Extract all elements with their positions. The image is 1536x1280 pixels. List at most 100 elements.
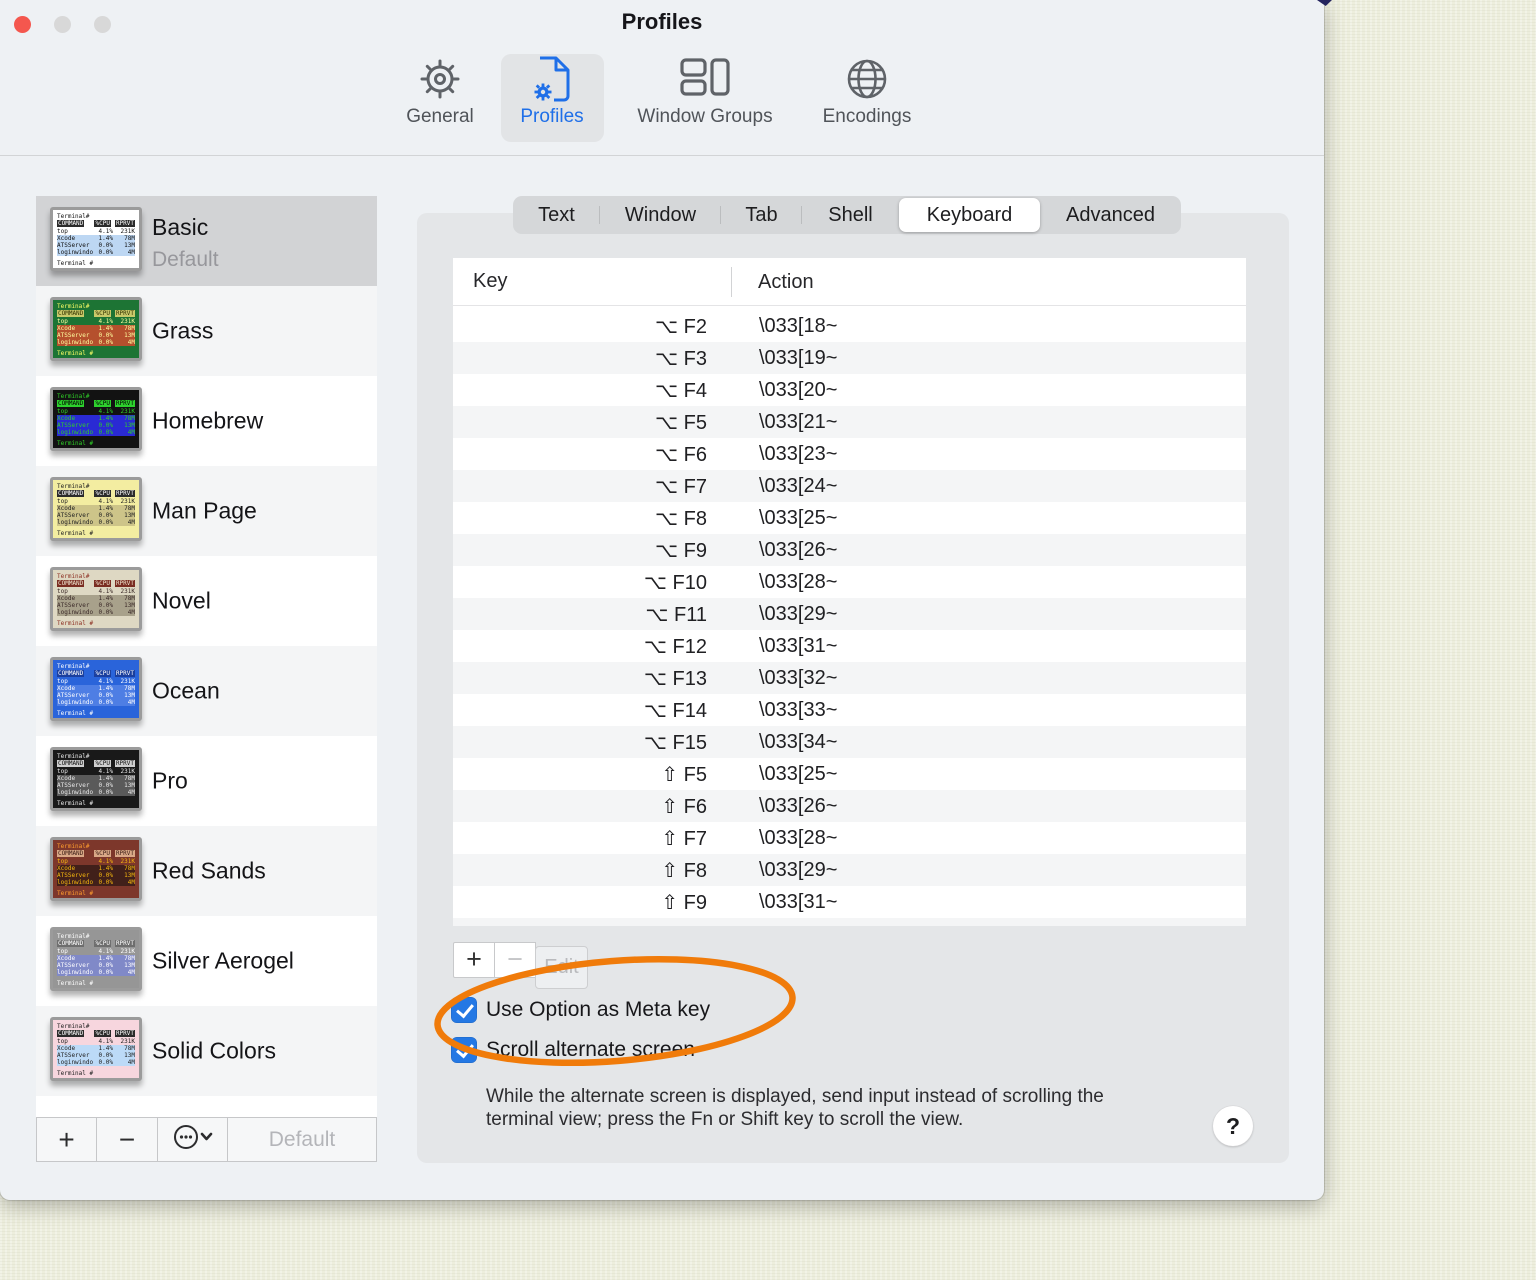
binding-row[interactable]: ⌥ F3 \033[19~ bbox=[453, 342, 1246, 374]
key-bindings-table-body: ⌥ F2 \033[18~ ⌥ F3 \033[19~ ⌥ F4 \033[20~ ⌥ F5… bbox=[453, 306, 1246, 918]
profile-row-grass[interactable]: Terminal# COMMAND %CPU RPRVT top 4.1% 231K Xcod… bbox=[36, 286, 377, 376]
option-meta-checkbox-row[interactable]: Use Option as Meta key bbox=[451, 997, 710, 1023]
globe-icon bbox=[792, 52, 942, 106]
toolbar-item-encodings[interactable]: Encodings bbox=[792, 52, 942, 142]
document-gear-icon bbox=[477, 52, 627, 106]
profile-row-silver-aerogel[interactable]: Terminal# COMMAND %CPU RPRVT top 4.1% 231K Xcod… bbox=[36, 916, 377, 1006]
binding-key: ⌥ F13 bbox=[643, 667, 707, 690]
profile-name: Novel bbox=[152, 587, 211, 614]
profile-row-novel[interactable]: Terminal# COMMAND %CPU RPRVT top 4.1% 231K Xcod… bbox=[36, 556, 377, 646]
profile-thumbnail: Terminal# COMMAND %CPU RPRVT top 4.1% 231K Xcod… bbox=[50, 567, 142, 631]
binding-action: \033[31~ bbox=[759, 634, 838, 657]
keyboard-tab-panel: Key Action ⌥ F2 \033[18~ ⌥ F3 \033[19~ ⌥ F4 \… bbox=[417, 213, 1289, 1163]
binding-key: ⌥ F5 bbox=[655, 411, 707, 434]
binding-key: ⇧ F8 bbox=[661, 859, 707, 882]
scroll-alternate-checkbox-row[interactable]: Scroll alternate screen bbox=[451, 1037, 695, 1063]
binding-action: \033[20~ bbox=[759, 378, 838, 401]
profile-list: Terminal# COMMAND %CPU RPRVT top 4.1% 231K Xcod… bbox=[36, 196, 377, 1162]
binding-row[interactable]: ⌥ F14 \033[33~ bbox=[453, 694, 1246, 726]
profile-actions-menu-button[interactable] bbox=[158, 1118, 228, 1161]
tab-shell[interactable]: Shell bbox=[802, 196, 899, 234]
binding-row[interactable]: ⌥ F2 \033[18~ bbox=[453, 310, 1246, 342]
add-binding-button[interactable]: + bbox=[453, 942, 495, 978]
profile-thumbnail: Terminal# COMMAND %CPU RPRVT top 4.1% 231K Xcod… bbox=[50, 747, 142, 811]
option-meta-checkbox[interactable] bbox=[451, 997, 477, 1023]
profile-name: Pro bbox=[152, 767, 188, 794]
binding-key: ⇧ F7 bbox=[661, 827, 707, 850]
profile-row-homebrew[interactable]: Terminal# COMMAND %CPU RPRVT top 4.1% 231K Xcod… bbox=[36, 376, 377, 466]
profile-row-solid-colors[interactable]: Terminal# COMMAND %CPU RPRVT top 4.1% 231K Xcod… bbox=[36, 1006, 377, 1096]
tab-text[interactable]: Text bbox=[513, 196, 600, 234]
profile-row-red-sands[interactable]: Terminal# COMMAND %CPU RPRVT top 4.1% 231K Xcod… bbox=[36, 826, 377, 916]
scroll-alternate-checkbox[interactable] bbox=[451, 1037, 477, 1063]
titlebar: Profiles General Profiles Window Groups … bbox=[0, 0, 1324, 156]
profile-name: Ocean bbox=[152, 677, 220, 704]
profile-name: Homebrew bbox=[152, 407, 264, 434]
binding-row[interactable]: ⇧ F8 \033[29~ bbox=[453, 854, 1246, 886]
binding-row[interactable]: ⌥ F12 \033[31~ bbox=[453, 630, 1246, 662]
binding-row[interactable]: ⇧ F7 \033[28~ bbox=[453, 822, 1246, 854]
binding-row[interactable]: ⌥ F4 \033[20~ bbox=[453, 374, 1246, 406]
help-button[interactable]: ? bbox=[1213, 1106, 1253, 1146]
binding-row[interactable]: ⌥ F8 \033[25~ bbox=[453, 502, 1246, 534]
remove-binding-button[interactable]: − bbox=[494, 942, 536, 978]
binding-key: ⌥ F14 bbox=[643, 699, 707, 722]
binding-key: ⌥ F8 bbox=[655, 507, 707, 530]
binding-row[interactable]: ⌥ F6 \033[23~ bbox=[453, 438, 1246, 470]
tab-advanced[interactable]: Advanced bbox=[1040, 196, 1181, 234]
profile-name: Basic bbox=[152, 214, 209, 240]
toolbar-item-profiles[interactable]: Profiles bbox=[477, 52, 627, 142]
binding-row[interactable]: ⌥ F9 \033[26~ bbox=[453, 534, 1246, 566]
binding-action: \033[26~ bbox=[759, 794, 838, 817]
tab-window[interactable]: Window bbox=[600, 196, 721, 234]
binding-row[interactable]: ⇧ F5 \033[25~ bbox=[453, 758, 1246, 790]
binding-action: \033[34~ bbox=[759, 730, 838, 753]
binding-action: \033[29~ bbox=[759, 858, 838, 881]
profile-name: Grass bbox=[152, 317, 214, 344]
binding-row[interactable]: ⇧ F6 \033[26~ bbox=[453, 790, 1246, 822]
window-groups-icon bbox=[630, 52, 780, 106]
binding-action: \033[28~ bbox=[759, 826, 838, 849]
profile-thumbnail: Terminal# COMMAND %CPU RPRVT top 4.1% 231K Xcod… bbox=[50, 657, 142, 721]
profile-name: Silver Aerogel bbox=[152, 947, 294, 974]
binding-row[interactable]: ⌥ F5 \033[21~ bbox=[453, 406, 1246, 438]
binding-action: \033[26~ bbox=[759, 538, 838, 561]
profile-row-basic[interactable]: Terminal# COMMAND %CPU RPRVT top 4.1% 231K Xcod… bbox=[36, 196, 377, 286]
binding-row[interactable]: ⇧ F9 \033[31~ bbox=[453, 886, 1246, 918]
binding-row[interactable]: ⌥ F10 \033[28~ bbox=[453, 566, 1246, 598]
binding-row[interactable]: ⌥ F13 \033[32~ bbox=[453, 662, 1246, 694]
tab-tab[interactable]: Tab bbox=[721, 196, 802, 234]
binding-key: ⌥ F10 bbox=[643, 571, 707, 594]
remove-profile-button[interactable]: − bbox=[97, 1118, 158, 1161]
binding-action: \033[25~ bbox=[759, 506, 838, 529]
add-profile-button[interactable]: + bbox=[37, 1118, 97, 1161]
binding-key: ⌥ F12 bbox=[643, 635, 707, 658]
binding-row[interactable]: ⌥ F7 \033[24~ bbox=[453, 470, 1246, 502]
binding-key: ⌥ F15 bbox=[643, 731, 707, 754]
binding-action: \033[25~ bbox=[759, 762, 838, 785]
binding-key: ⌥ F9 bbox=[655, 539, 707, 562]
profile-row-ocean[interactable]: Terminal# COMMAND %CPU RPRVT top 4.1% 231K Xcod… bbox=[36, 646, 377, 736]
set-default-button[interactable]: Default bbox=[228, 1118, 376, 1161]
toolbar-item-window-groups[interactable]: Window Groups bbox=[630, 52, 780, 142]
window-title: Profiles bbox=[621, 9, 703, 34]
scroll-alternate-label[interactable]: Scroll alternate screen bbox=[486, 1038, 695, 1062]
profile-row-man-page[interactable]: Terminal# COMMAND %CPU RPRVT top 4.1% 231K Xcod… bbox=[36, 466, 377, 556]
tab-keyboard[interactable]: Keyboard bbox=[899, 198, 1040, 232]
profile-thumbnail: Terminal# COMMAND %CPU RPRVT top 4.1% 231K Xcod… bbox=[50, 387, 142, 451]
profile-thumbnail: Terminal# COMMAND %CPU RPRVT top 4.1% 231K Xcod… bbox=[50, 927, 142, 991]
binding-key: ⌥ F7 bbox=[655, 475, 707, 498]
binding-key: ⌥ F11 bbox=[645, 603, 707, 626]
table-header: Key Action bbox=[453, 258, 1246, 306]
alternate-screen-help-text: While the alternate screen is displayed,… bbox=[486, 1086, 1104, 1130]
option-meta-label[interactable]: Use Option as Meta key bbox=[486, 998, 710, 1022]
column-header-key: Key bbox=[473, 270, 508, 292]
profile-thumbnail: Terminal# COMMAND %CPU RPRVT top 4.1% 231K Xcod… bbox=[50, 297, 142, 361]
binding-action: \033[23~ bbox=[759, 442, 838, 465]
profile-row-pro[interactable]: Terminal# COMMAND %CPU RPRVT top 4.1% 231K Xcod… bbox=[36, 736, 377, 826]
binding-row[interactable]: ⌥ F15 \033[34~ bbox=[453, 726, 1246, 758]
binding-row[interactable]: ⌥ F11 \033[29~ bbox=[453, 598, 1246, 630]
edit-binding-button[interactable]: Edit bbox=[535, 946, 588, 989]
binding-action: \033[32~ bbox=[759, 666, 838, 689]
profile-list-footer: + − Default bbox=[36, 1117, 377, 1162]
